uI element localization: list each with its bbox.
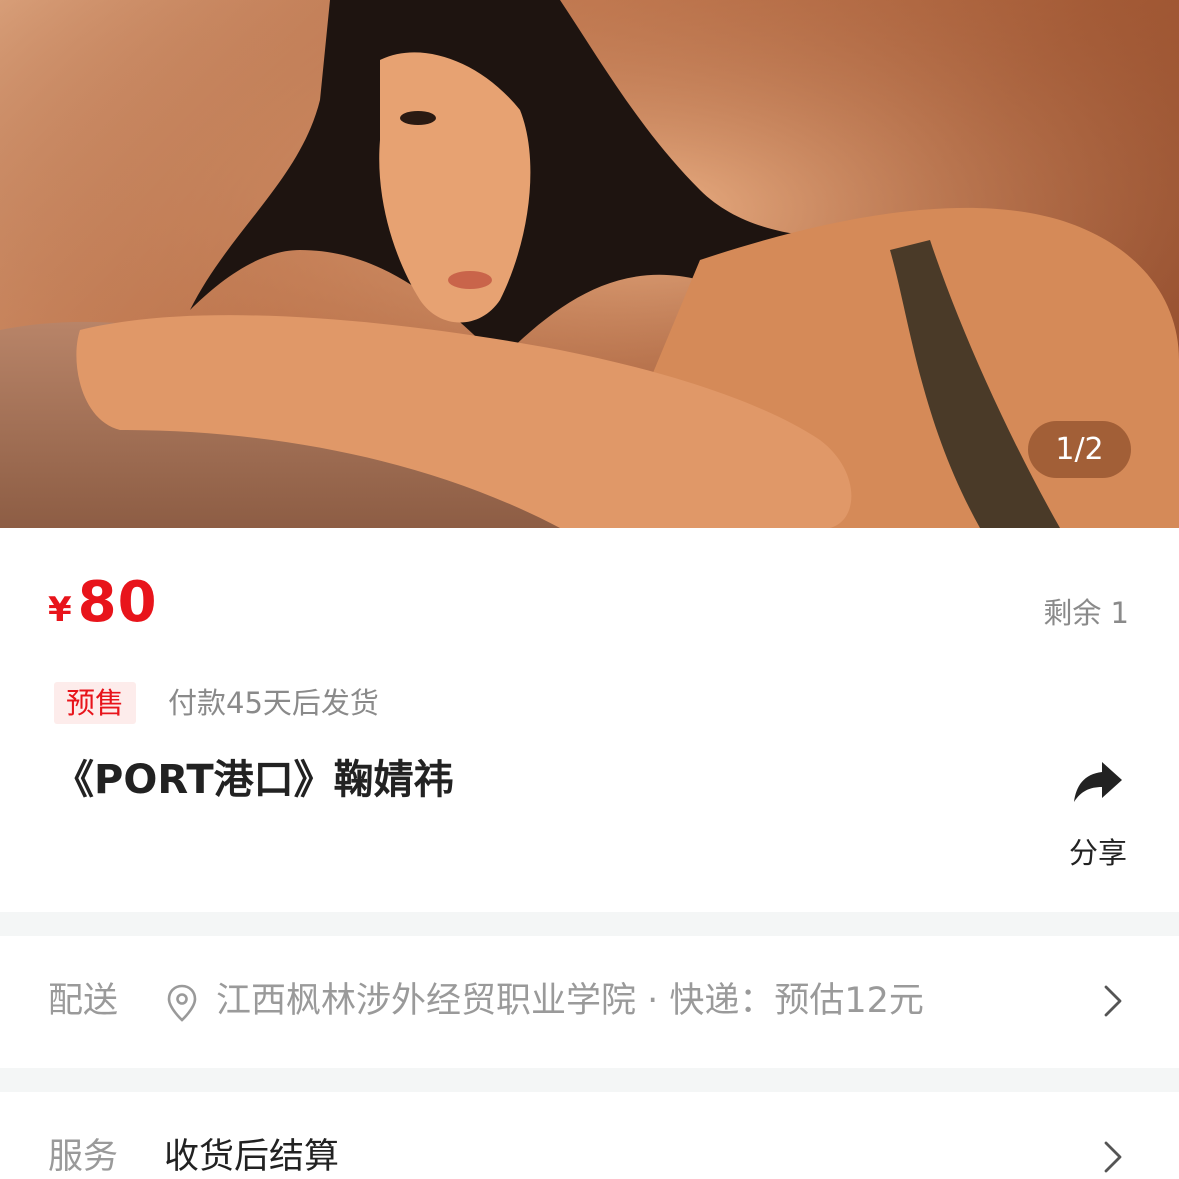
currency-symbol: ¥ (48, 590, 72, 630)
chevron-right-icon (1104, 1141, 1122, 1173)
product-photo (0, 0, 1179, 528)
price: ¥ 80 (48, 570, 158, 635)
presale-badge: 预售 (54, 682, 137, 724)
shipping-note: 付款45天后发货 (168, 686, 379, 720)
share-label: 分享 (1068, 836, 1127, 870)
delivery-info: 江西枫林涉外经贸职业学院 · 快递：预估12元 (216, 981, 924, 1021)
chevron-right-icon (1104, 985, 1122, 1017)
share-button[interactable]: 分享 (1060, 760, 1136, 872)
service-row[interactable]: 服务 收货后结算 (0, 1092, 1179, 1179)
price-amount: 80 (77, 570, 158, 635)
delivery-row[interactable]: 配送 江西枫林涉外经贸职业学院 · 快递：预估12元 (0, 936, 1179, 1066)
stock-remaining: 剩余 1 (1043, 596, 1129, 630)
product-title: 《PORT港口》鞠婧祎 (54, 757, 454, 803)
location-pin-icon (167, 984, 197, 1022)
product-image-gallery[interactable]: 1/2 (0, 0, 1179, 528)
share-arrow-icon (1074, 762, 1122, 802)
service-label: 服务 (48, 1137, 119, 1177)
section-divider (0, 1068, 1179, 1092)
section-divider (0, 912, 1179, 936)
delivery-label: 配送 (48, 981, 119, 1021)
service-info: 收货后结算 (164, 1137, 340, 1177)
gallery-page-indicator: 1/2 (1028, 421, 1131, 478)
